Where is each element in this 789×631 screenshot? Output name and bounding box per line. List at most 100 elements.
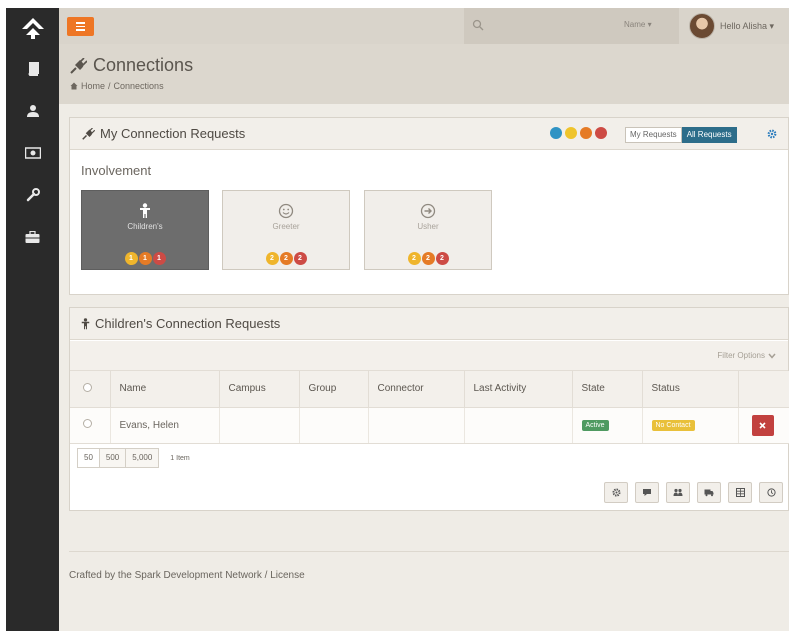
main-content: My Connection Requests My Requests All R… (59, 104, 789, 631)
my-connection-requests-panel: My Connection Requests My Requests All R… (69, 117, 789, 295)
column-header-connector[interactable]: Connector (368, 371, 465, 408)
column-header-name[interactable]: Name (110, 371, 220, 408)
column-header-campus[interactable]: Campus (219, 371, 300, 408)
requests-table: Name Campus Group Connector Last Activit… (70, 371, 789, 444)
page-title: Connections (69, 55, 193, 76)
cell-actions (738, 407, 789, 444)
chevron-down-icon (768, 353, 776, 359)
sidebar-item-people[interactable] (6, 90, 59, 132)
badge-count: 2 (265, 252, 279, 265)
table-row[interactable]: Evans, Helen Active No Contact (70, 407, 789, 444)
cell-state: Active (572, 407, 643, 444)
footer-text[interactable]: Crafted by the Spark Development Network… (69, 570, 305, 581)
childrens-requests-panel: Children's Connection Requests Filter Op… (69, 307, 789, 511)
export-action-button[interactable] (728, 482, 752, 503)
sidebar-item-finance[interactable] (6, 132, 59, 174)
merge-action-button[interactable] (666, 482, 690, 503)
close-icon (759, 421, 766, 429)
legend-dot (595, 127, 607, 139)
breadcrumb-current: Connections (113, 81, 164, 91)
all-requests-toggle[interactable]: All Requests (681, 127, 737, 143)
badge-count: 2 (435, 252, 449, 265)
panel-title: My Connection Requests (100, 126, 246, 141)
gear-icon[interactable] (767, 129, 777, 139)
cell-last-activity (464, 407, 573, 444)
sidebar-item-tools[interactable] (6, 174, 59, 216)
book-icon (28, 62, 39, 76)
page-header: Connections Home / Connections (59, 44, 789, 104)
table-icon (735, 488, 745, 497)
card-label: Usher (417, 222, 439, 231)
breadcrumb-separator: / (108, 81, 111, 91)
filter-options-label: Filter Options (717, 351, 765, 360)
bulk-update-action-button[interactable] (697, 482, 721, 503)
cell-group (299, 407, 369, 444)
involvement-label: Involvement (81, 163, 152, 178)
communicate-action-button[interactable] (635, 482, 659, 503)
truck-icon (704, 489, 714, 497)
legend-dot (565, 127, 577, 139)
wrench-icon (26, 188, 40, 202)
cell-connector (368, 407, 465, 444)
column-header-status[interactable]: Status (642, 371, 739, 408)
table-header-row: Name Campus Group Connector Last Activit… (70, 371, 789, 408)
menu-toggle-button[interactable] (67, 17, 94, 36)
footer-divider (69, 551, 789, 552)
rock-logo[interactable] (6, 8, 59, 48)
card-usher[interactable]: Usher 2 2 2 (364, 190, 492, 270)
top-bar: Name ▾ Hello Alisha ▾ (59, 8, 789, 44)
launch-action-button[interactable] (759, 482, 783, 503)
delete-button[interactable] (751, 414, 774, 436)
select-all-cell (70, 371, 111, 408)
row-checkbox[interactable] (83, 419, 92, 428)
card-greeter[interactable]: Greeter 2 2 2 (222, 190, 350, 270)
state-badge: Active (581, 420, 609, 431)
arrow-circle-icon (420, 203, 436, 219)
cell-campus (219, 407, 300, 444)
grid-actions (604, 482, 783, 503)
badge-count: 2 (279, 252, 293, 265)
plug-icon (70, 57, 87, 74)
badge-count: 1 (124, 252, 138, 265)
status-badge: No Contact (651, 420, 695, 431)
badge-count: 2 (407, 252, 421, 265)
settings-action-button[interactable] (604, 482, 628, 503)
sidebar-item-admin[interactable] (6, 216, 59, 258)
cell-name[interactable]: Evans, Helen (110, 407, 220, 444)
home-icon (70, 82, 78, 90)
badge-count: 2 (421, 252, 435, 265)
card-badges: 2 2 2 (223, 252, 349, 265)
badge-count: 2 (293, 252, 307, 265)
card-label: Greeter (272, 222, 300, 231)
filter-options-toggle[interactable]: Filter Options (717, 351, 776, 360)
user-greeting: Hello Alisha ▾ (720, 20, 775, 31)
card-label: Children's (127, 222, 163, 231)
select-all-checkbox[interactable] (83, 382, 92, 392)
clock-icon (766, 488, 776, 497)
logo-icon (21, 18, 44, 39)
card-childrens[interactable]: Children's 1 1 1 (81, 190, 209, 270)
child-icon (81, 317, 90, 329)
cog-icon (612, 488, 620, 497)
column-header-state[interactable]: State (572, 371, 643, 408)
column-header-last-activity[interactable]: Last Activity (464, 371, 573, 408)
briefcase-icon (25, 230, 40, 243)
search-type-dropdown[interactable]: Name ▾ (624, 20, 652, 29)
my-requests-toggle[interactable]: My Requests (625, 127, 682, 143)
cell-status: No Contact (642, 407, 739, 444)
user-menu[interactable]: Hello Alisha ▾ (684, 8, 789, 44)
panel-title: Children's Connection Requests (95, 316, 281, 331)
row-select-cell (70, 407, 111, 444)
filter-bar: Filter Options (70, 341, 788, 371)
pagination: 50 500 5,000 1 Item (77, 448, 190, 468)
sidebar-item-book[interactable] (6, 48, 59, 90)
page-title-text: Connections (93, 55, 194, 75)
page-size-50[interactable]: 50 (77, 448, 100, 468)
breadcrumb-home[interactable]: Home (81, 81, 105, 91)
sidebar (6, 8, 59, 631)
card-badges: 1 1 1 (82, 252, 208, 265)
money-icon (24, 147, 41, 159)
page-size-500[interactable]: 500 (98, 448, 127, 468)
page-size-5000[interactable]: 5,000 (125, 448, 160, 468)
column-header-group[interactable]: Group (299, 371, 369, 408)
